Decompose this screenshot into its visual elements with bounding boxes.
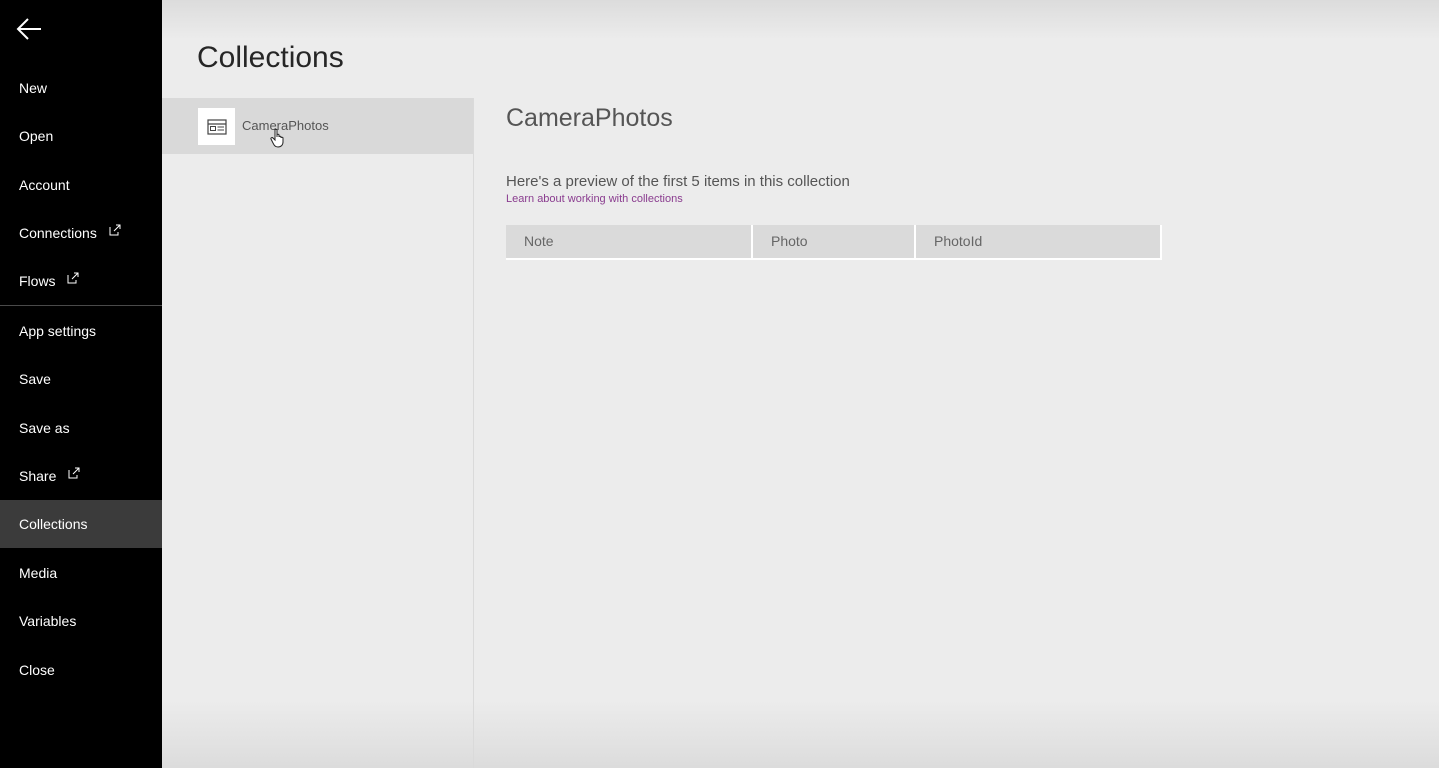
- hand-cursor-icon: [270, 128, 284, 148]
- page-title: Collections: [197, 41, 344, 74]
- learn-about-collections-link[interactable]: Learn about working with collections: [506, 192, 683, 206]
- menu-item-label: App settings: [19, 323, 97, 339]
- menu-item-label: Media: [19, 565, 58, 581]
- menu-item-label: Collections: [19, 516, 88, 532]
- menu-item-save-as[interactable]: Save as: [0, 404, 162, 452]
- collection-detail-title: CameraPhotos: [506, 104, 673, 132]
- file-menu-sidebar: New Open Account Connections Flows App s…: [0, 0, 162, 768]
- column-header-photo: Photo: [753, 225, 914, 258]
- main-content: Collections CameraPhotos CameraPhotos He…: [162, 0, 1439, 768]
- menu-item-app-settings[interactable]: App settings: [0, 307, 162, 355]
- menu-item-label: Save as: [19, 420, 70, 436]
- menu-item-open[interactable]: Open: [0, 112, 162, 160]
- menu-divider: [0, 305, 162, 306]
- menu-item-account[interactable]: Account: [0, 161, 162, 209]
- menu-item-new[interactable]: New: [0, 64, 162, 112]
- menu-item-label: Account: [19, 177, 70, 193]
- menu-item-label: New: [19, 80, 48, 96]
- menu-item-label: Save: [19, 371, 51, 387]
- menu-item-variables[interactable]: Variables: [0, 597, 162, 645]
- column-header-photoid: PhotoId: [916, 225, 1160, 258]
- menu-item-flows[interactable]: Flows: [0, 257, 162, 305]
- external-link-icon: [68, 467, 80, 479]
- menu-item-connections[interactable]: Connections: [0, 209, 162, 257]
- menu-item-label: Flows: [19, 273, 56, 289]
- arrow-left-icon: [16, 18, 41, 40]
- menu-item-save[interactable]: Save: [0, 355, 162, 403]
- external-link-icon: [109, 224, 121, 236]
- column-header-note: Note: [506, 225, 751, 258]
- menu-item-media[interactable]: Media: [0, 549, 162, 597]
- collection-table-icon: [198, 108, 235, 145]
- menu-item-label: Connections: [19, 225, 97, 241]
- menu-item-label: Share: [19, 468, 57, 484]
- menu-item-label: Variables: [19, 613, 77, 629]
- collection-preview-table: Note Photo PhotoId: [506, 225, 1162, 260]
- menu-item-label: Open: [19, 128, 54, 144]
- preview-description: Here's a preview of the first 5 items in…: [506, 173, 850, 190]
- collections-list: CameraPhotos: [162, 98, 474, 768]
- back-button[interactable]: [14, 14, 46, 46]
- external-link-icon: [67, 272, 79, 284]
- menu-item-label: Close: [19, 662, 55, 678]
- collection-item-cameraphotos[interactable]: CameraPhotos: [162, 98, 473, 154]
- menu-item-collections[interactable]: Collections: [0, 500, 162, 548]
- menu-item-close[interactable]: Close: [0, 646, 162, 694]
- menu-item-share[interactable]: Share: [0, 452, 162, 500]
